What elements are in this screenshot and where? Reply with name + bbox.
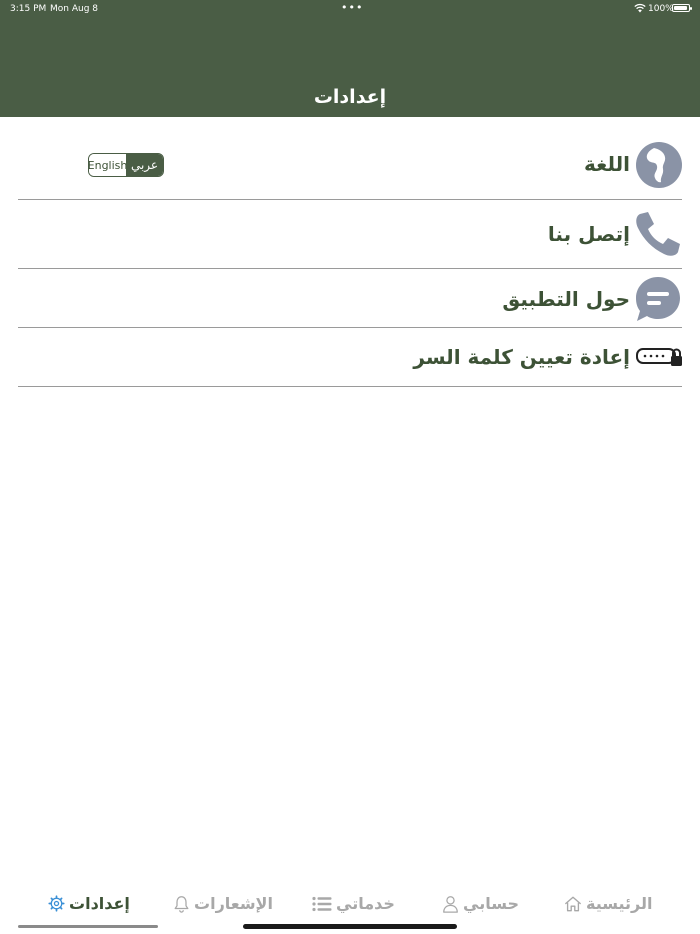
lang-option-arabic[interactable]: عربي (126, 154, 163, 176)
page-title: إعدادات (313, 86, 387, 108)
tab-account[interactable]: حسابي (442, 894, 519, 913)
battery-icon (672, 4, 692, 12)
about-label: حول التطبيق (502, 287, 630, 311)
tab-services[interactable]: خدماتي (312, 894, 395, 913)
tab-notifications-label: الإشعارات (194, 894, 273, 913)
tab-notifications[interactable]: الإشعارات (173, 894, 273, 913)
divider (18, 268, 682, 269)
multitasking-dots-icon[interactable]: ••• (341, 1, 363, 14)
divider (18, 199, 682, 200)
status-bar: 3:15 PM Mon Aug 8 ••• 100% (0, 0, 700, 18)
active-tab-indicator (18, 925, 158, 928)
lang-option-english[interactable]: English (89, 154, 127, 176)
list-icon (312, 896, 332, 911)
bottom-tab-bar: إعدادات الإشعارات خدماتي حسابي الرئيسية (0, 880, 700, 934)
tab-settings-label: إعدادات (69, 894, 130, 913)
bell-icon (174, 895, 189, 913)
settings-row-about[interactable]: حول التطبيق (18, 274, 682, 322)
app-header: 3:15 PM Mon Aug 8 ••• 100% إعدادات (0, 0, 700, 117)
home-indicator[interactable] (243, 924, 457, 929)
language-label: اللغة (584, 152, 630, 176)
battery-percent: 100% (648, 4, 674, 14)
divider (18, 327, 682, 328)
tab-home[interactable]: الرئيسية (564, 894, 653, 913)
settings-row-contact[interactable]: إتصل بنا (18, 208, 682, 260)
phone-icon (636, 212, 680, 256)
reset-password-label: إعادة تعيين كلمة السر (413, 345, 630, 369)
password-lock-icon (636, 348, 682, 366)
chat-bubble-icon (636, 277, 680, 321)
tab-home-label: الرئيسية (586, 894, 653, 913)
status-time: 3:15 PM (10, 4, 47, 14)
tab-services-label: خدماتي (336, 894, 395, 913)
tab-settings[interactable]: إعدادات (48, 894, 130, 913)
wifi-icon (634, 3, 646, 13)
globe-icon (636, 142, 682, 188)
status-date: Mon Aug 8 (50, 4, 98, 14)
home-icon (565, 896, 581, 912)
language-toggle[interactable]: English عربي (88, 153, 164, 177)
divider (18, 386, 682, 387)
gear-icon (48, 895, 65, 912)
contact-label: إتصل بنا (547, 222, 630, 246)
settings-row-reset-password[interactable]: إعادة تعيين كلمة السر (18, 337, 682, 379)
user-icon (443, 895, 458, 913)
tab-account-label: حسابي (463, 894, 520, 913)
